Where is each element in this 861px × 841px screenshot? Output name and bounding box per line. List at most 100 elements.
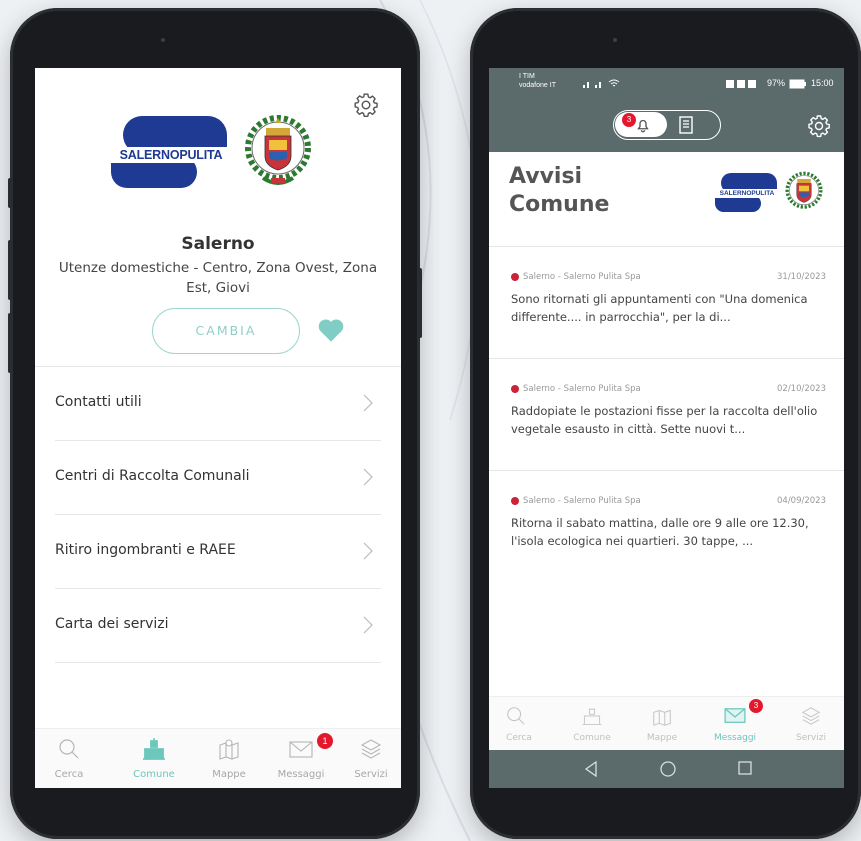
page-title-line: Comune [509,192,610,217]
tab-label: Servizi [354,769,388,780]
menu-item-label: Contatti utili [55,394,142,410]
side-button [8,178,12,208]
unread-badge: 1 [317,733,333,749]
menu-item-centri-di-raccolta[interactable]: Centri di Raccolta Comunali [55,448,381,508]
news-item[interactable]: Salerno - Salerno Pulita Spa 04/09/2023 … [489,496,844,566]
news-source: Salerno - Salerno Pulita Spa [523,496,641,506]
tab-servizi[interactable]: Servizi [789,705,833,747]
change-city-button[interactable]: CAMBIA [152,308,300,354]
envelope-icon [724,708,746,723]
menu-divider [55,514,381,515]
header-logos: SALERNOPULITA [711,170,823,216]
layers-icon [360,739,382,759]
list-divider [489,246,844,247]
side-button [8,240,12,300]
town-hall-icon [582,708,602,725]
news-excerpt: Raddopiate le postazioni fisse per la ra… [511,404,818,436]
map-icon [219,739,239,760]
bottom-tab-bar: Cerca Comune Mappe 3 Messaggi Servizi [489,696,844,751]
city-name: Salerno [181,234,255,254]
notifications-badge: 3 [622,113,636,127]
bell-icon [637,119,649,133]
logo-row: SALERNOPULITA [105,112,311,194]
salerno-pulita-logo: SALERNOPULITA [711,173,783,213]
battery-icon [789,79,806,89]
menu-item-label: Carta dei servizi [55,616,169,632]
tab-label: Cerca [54,769,84,780]
menu-item-label: Ritiro ingombranti e RAEE [55,542,236,558]
tab-comune[interactable]: Comune [127,737,181,785]
tab-comune[interactable]: Comune [567,705,617,747]
back-icon[interactable] [583,760,599,778]
tab-servizi[interactable]: Servizi [349,737,393,785]
menu-divider [55,662,381,663]
front-camera [613,38,617,42]
tab-cerca[interactable]: Cerca [501,705,537,747]
clock-time: 15:00 [811,78,834,88]
bottom-tab-bar: Cerca Comune Mappe 1 Messaggi Servizi [35,728,401,788]
menu-item-carta-dei-servizi[interactable]: Carta dei servizi [55,596,381,656]
search-icon [507,707,525,725]
news-source: Salerno - Salerno Pulita Spa [523,384,641,394]
unread-dot [511,385,519,393]
home-icon[interactable] [659,760,677,778]
left-phone-frame: SALERNOPULITA Salerno Utenze domestiche … [8,8,422,839]
news-item[interactable]: Salerno - Salerno Pulita Spa 02/10/2023 … [489,384,844,454]
battery-percent: 97% [767,78,786,88]
tab-mappe[interactable]: Mappe [207,737,251,785]
news-date: 04/09/2023 [777,496,826,506]
news-date: 31/10/2023 [777,272,826,282]
page-title-line: Avvisi [509,164,583,189]
tab-messaggi[interactable]: 3 Messaggi [707,699,763,747]
tab-mappe[interactable]: Mappe [639,705,685,747]
menu-item-label: Centri di Raccolta Comunali [55,468,250,484]
list-divider [489,470,844,471]
favorite-heart-icon[interactable] [317,317,345,343]
envelope-icon [289,741,313,758]
menu-divider [55,440,381,441]
service-area-description: Utenze domestiche - Centro, Zona Ovest, … [58,260,378,296]
menu-item-ritiro-ingombranti[interactable]: Ritiro ingombranti e RAEE [55,522,381,582]
settings-gear-icon[interactable] [353,92,379,118]
system-status-icons [726,80,756,88]
page-title: Avvisi Comune [509,163,609,219]
menu-item-contatti-utili[interactable]: Contatti utili [55,374,381,434]
logo-wordmark: SALERNOPULITA [105,147,237,163]
android-navigation-bar [489,750,844,788]
tab-cerca[interactable]: Cerca [49,737,89,785]
left-phone-screen: SALERNOPULITA Salerno Utenze domestiche … [35,68,401,788]
unread-dot [511,273,519,281]
carrier-line: vodafone IT [519,82,556,89]
notifications-view-toggle[interactable]: 3 [613,110,721,140]
news-date: 02/10/2023 [777,384,826,394]
chevron-right-icon [363,542,373,560]
town-hall-icon [143,738,165,760]
chevron-right-icon [363,468,373,486]
carrier-line: I TIM [519,73,535,80]
signal-strength-icon [583,79,620,88]
news-excerpt: Ritorna il sabato mattina, dalle ore 9 a… [511,516,809,548]
recent-apps-icon[interactable] [737,760,753,776]
unread-dot [511,497,519,505]
menu-divider [55,588,381,589]
salerno-pulita-logo: SALERNOPULITA [105,116,237,190]
section-divider [35,366,401,367]
side-button [8,313,12,373]
settings-gear-icon[interactable] [807,114,831,138]
map-icon [653,709,671,726]
unread-badge: 3 [749,699,763,713]
right-phone-screen: I TIM vodafone IT 97% 15:00 3 Avvisi Com… [489,68,844,788]
carrier-info: I TIM vodafone IT [519,72,556,90]
status-bar: I TIM vodafone IT 97% 15:00 [489,68,844,100]
news-source: Salerno - Salerno Pulita Spa [523,272,641,282]
tab-messaggi[interactable]: 1 Messaggi [273,733,333,785]
chevron-right-icon [363,616,373,634]
chevron-right-icon [363,394,373,412]
app-header-bar: 3 [489,100,844,152]
news-item[interactable]: Salerno - Salerno Pulita Spa 31/10/2023 … [489,272,844,342]
power-button [418,268,422,338]
list-divider [489,358,844,359]
right-phone-frame: I TIM vodafone IT 97% 15:00 3 Avvisi Com… [470,8,861,839]
tab-label: Servizi [795,733,826,743]
layers-icon [801,707,821,725]
